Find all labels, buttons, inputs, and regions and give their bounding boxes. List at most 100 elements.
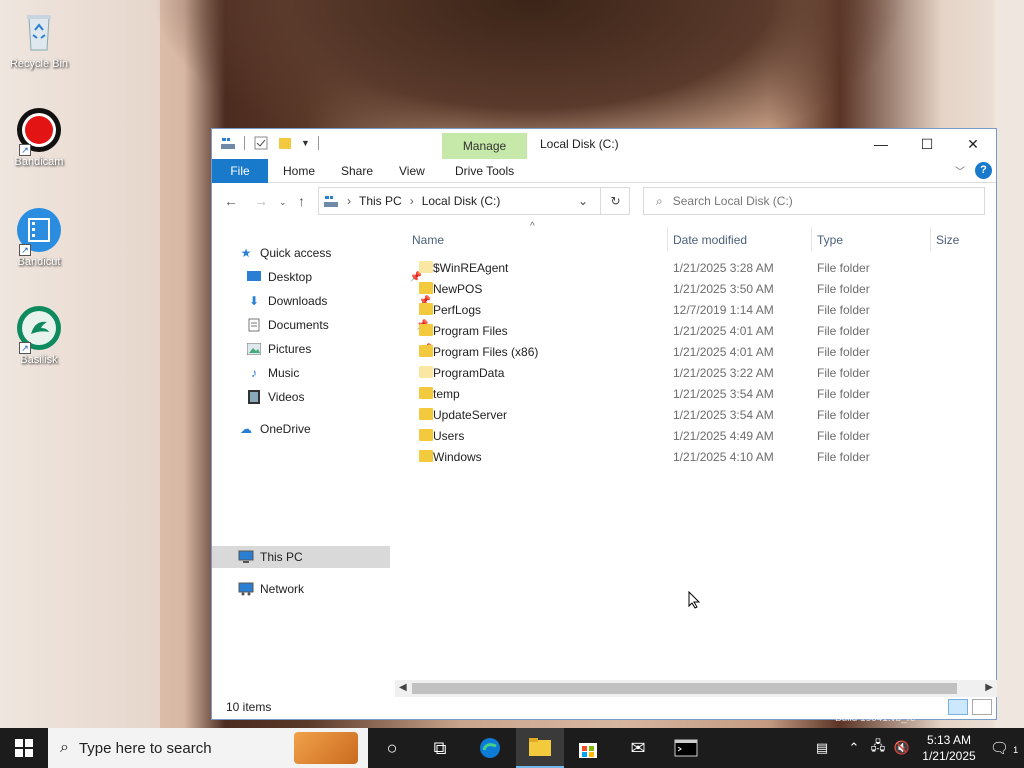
file-row[interactable]: Windows 1/21/2025 4:10 AM File folder [402, 446, 998, 467]
file-name: ProgramData [433, 366, 505, 380]
file-row[interactable]: ProgramData 1/21/2025 3:22 AM File folde… [402, 362, 998, 383]
edge-button[interactable] [466, 728, 514, 768]
nav-this-pc[interactable]: This PC [238, 546, 303, 568]
file-row[interactable]: Program Files 1/21/2025 4:01 AM File fol… [402, 320, 998, 341]
task-view-button[interactable]: ⧉ [416, 728, 464, 768]
nav-videos[interactable]: Videos [246, 386, 304, 408]
store-button[interactable] [564, 728, 612, 768]
column-divider[interactable] [930, 227, 931, 251]
forward-icon[interactable]: → [254, 193, 268, 209]
column-name[interactable]: Name [412, 233, 444, 247]
tab-file[interactable]: File [212, 159, 268, 183]
desktop-icon-label: Basilisk [20, 354, 58, 366]
back-icon[interactable]: ← [224, 193, 238, 209]
file-row[interactable]: Users 1/21/2025 4:49 AM File folder [402, 425, 998, 446]
file-name: Users [433, 429, 465, 443]
details-view-icon[interactable] [948, 699, 968, 715]
column-divider[interactable] [811, 227, 812, 251]
scroll-right-icon[interactable]: ▶ [985, 682, 993, 693]
nav-network[interactable]: Network [238, 578, 304, 600]
taskbar-search[interactable]: ⌕ Type here to search [48, 728, 368, 768]
file-row[interactable]: $WinREAgent 1/21/2025 3:28 AM File folde… [402, 257, 998, 278]
search-highlight-image[interactable] [294, 732, 358, 764]
start-button[interactable] [0, 728, 48, 768]
recycle-bin-shortcut[interactable]: Recycle Bin [6, 8, 72, 70]
nav-documents[interactable]: Documents 📌 [246, 314, 429, 336]
clock[interactable]: 5:13 AM 1/21/2025 [914, 732, 984, 764]
scroll-left-icon[interactable]: ◀ [399, 682, 407, 693]
file-type: File folder [817, 450, 870, 464]
nav-downloads[interactable]: ⬇ Downloads 📌 [246, 290, 431, 312]
breadcrumb-local-disk[interactable]: Local Disk (C:) [422, 194, 501, 208]
tab-drive-tools[interactable]: Drive Tools [455, 159, 514, 183]
help-icon[interactable]: ? [975, 162, 992, 179]
terminal-button[interactable] [662, 728, 710, 768]
expand-ribbon-icon[interactable]: ﹀ [955, 163, 965, 178]
folder-icon [419, 366, 433, 378]
column-date-modified[interactable]: Date modified [673, 233, 747, 247]
basilisk-shortcut[interactable]: ↗ Basilisk [6, 304, 72, 366]
maximize-button[interactable]: ☐ [904, 129, 950, 159]
close-button[interactable]: ✕ [950, 129, 996, 159]
file-row[interactable]: Program Files (x86) 1/21/2025 4:01 AM Fi… [402, 341, 998, 362]
customize-qat-icon[interactable]: ▼ [301, 138, 310, 148]
minimize-button[interactable]: — [858, 129, 904, 159]
column-type[interactable]: Type [817, 233, 843, 247]
breadcrumb-this-pc[interactable]: This PC [359, 194, 402, 208]
nav-quick-access[interactable]: ★ Quick access [238, 242, 332, 264]
recent-locations-icon[interactable]: ⌄ [279, 197, 287, 208]
action-center-button[interactable]: 🗨 1 [984, 739, 1024, 757]
file-explorer-taskbar-button[interactable] [516, 728, 564, 768]
address-bar[interactable]: › This PC › Local Disk (C:) ⌄ [318, 187, 630, 215]
nav-music[interactable]: ♪ Music [246, 362, 299, 384]
bandicut-icon: ↗ [15, 206, 63, 256]
show-hidden-icons[interactable]: ⌃ [842, 740, 866, 756]
task-view-cortana-button[interactable]: ○ [368, 728, 416, 768]
notification-count: 1 [1013, 745, 1019, 755]
item-count: 10 items [226, 700, 272, 714]
folder-icon [419, 345, 433, 357]
folder-icon [419, 450, 433, 462]
properties-icon[interactable] [253, 135, 269, 151]
bandicam-shortcut[interactable]: ↗ Bandicam [6, 106, 72, 168]
new-folder-icon[interactable] [277, 135, 293, 151]
video-icon [246, 389, 262, 405]
basilisk-icon: ↗ [15, 304, 63, 354]
network-status-icon[interactable]: 🖧 [866, 737, 890, 759]
folder-icon [419, 387, 433, 399]
file-row[interactable]: temp 1/21/2025 3:54 AM File folder [402, 383, 998, 404]
nav-pictures[interactable]: Pictures 📌 [246, 338, 433, 360]
manage-contextual-tab[interactable]: Manage [442, 133, 527, 159]
large-icons-view-icon[interactable] [972, 699, 992, 715]
file-row[interactable]: NewPOS 1/21/2025 3:50 AM File folder [402, 278, 998, 299]
refresh-button[interactable]: ↻ [600, 187, 630, 215]
shortcut-arrow-icon: ↗ [19, 244, 31, 256]
file-row[interactable]: UpdateServer 1/21/2025 3:54 AM File fold… [402, 404, 998, 425]
news-widget-icon[interactable]: ▤ [802, 740, 842, 756]
up-icon[interactable]: ↑ [298, 193, 305, 209]
file-date: 1/21/2025 3:50 AM [673, 282, 774, 296]
desktop-background-right [994, 0, 1024, 768]
star-icon: ★ [240, 246, 252, 260]
bandicut-shortcut[interactable]: ↗ Bandicut [6, 206, 72, 268]
file-row[interactable]: PerfLogs 12/7/2019 1:14 AM File folder [402, 299, 998, 320]
scrollbar-thumb[interactable] [412, 683, 957, 694]
address-bar-row: ← → ⌄ ↑ › This PC › Local Disk (C:) ⌄ ↻ … [212, 183, 996, 223]
nav-onedrive[interactable]: ☁ OneDrive [238, 418, 311, 440]
tab-view[interactable]: View [399, 159, 425, 183]
search-box[interactable]: ⌕ Search Local Disk (C:) [643, 187, 985, 215]
tab-home[interactable]: Home [283, 159, 315, 183]
volume-muted-icon[interactable]: 🔇 [890, 740, 914, 756]
file-name: $WinREAgent [433, 261, 509, 275]
nav-desktop[interactable]: Desktop 📌 [246, 266, 422, 288]
tab-share[interactable]: Share [341, 159, 373, 183]
nav-label: This PC [260, 550, 303, 564]
navigation-pane: ★ Quick access Desktop 📌 ⬇ Downloads 📌 Doc… [212, 225, 433, 685]
column-size[interactable]: Size [936, 233, 959, 247]
mail-button[interactable]: ✉ [614, 728, 662, 768]
address-dropdown-icon[interactable]: ⌄ [578, 194, 588, 208]
ribbon-tabs: File Home Share View Drive Tools ﹀ ? [212, 159, 996, 183]
column-divider[interactable] [667, 227, 668, 251]
shortcut-arrow-icon: ↗ [19, 342, 31, 354]
separator [317, 136, 319, 150]
